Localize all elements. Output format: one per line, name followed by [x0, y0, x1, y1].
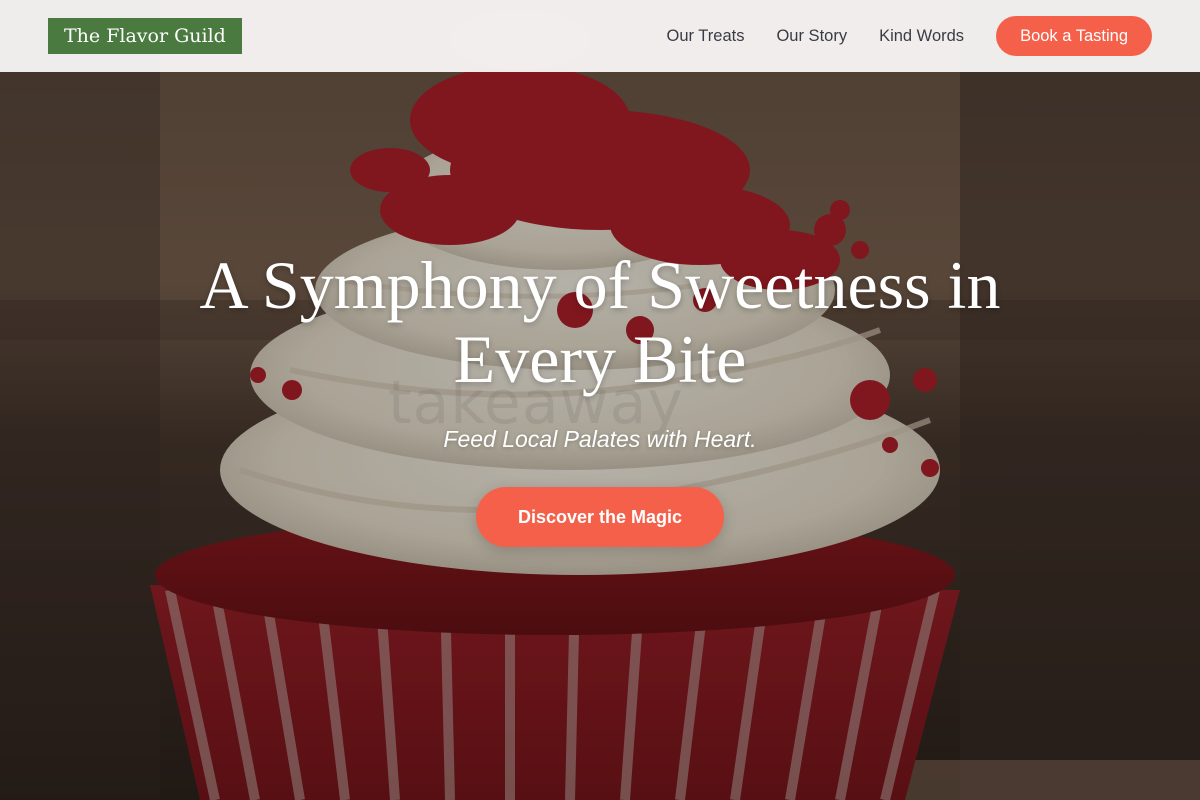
site-header: The Flavor Guild Our Treats Our Story Ki… [0, 0, 1200, 72]
discover-magic-button[interactable]: Discover the Magic [476, 487, 724, 547]
landing-page: The Flavor Guild Our Treats Our Story Ki… [0, 0, 1200, 800]
nav-link-our-story[interactable]: Our Story [776, 27, 847, 46]
hero-title: A Symphony of Sweetness in Every Bite [199, 247, 1001, 397]
nav-link-kind-words[interactable]: Kind Words [879, 27, 964, 46]
nav-link-our-treats[interactable]: Our Treats [667, 27, 745, 46]
hero-subtitle: Feed Local Palates with Heart. [443, 426, 757, 452]
book-tasting-button[interactable]: Book a Tasting [996, 16, 1152, 56]
hero-section: A Symphony of Sweetness in Every Bite Fe… [0, 248, 1200, 547]
brand-logo[interactable]: The Flavor Guild [48, 18, 242, 54]
main-nav: Our Treats Our Story Kind Words Book a T… [667, 16, 1152, 56]
